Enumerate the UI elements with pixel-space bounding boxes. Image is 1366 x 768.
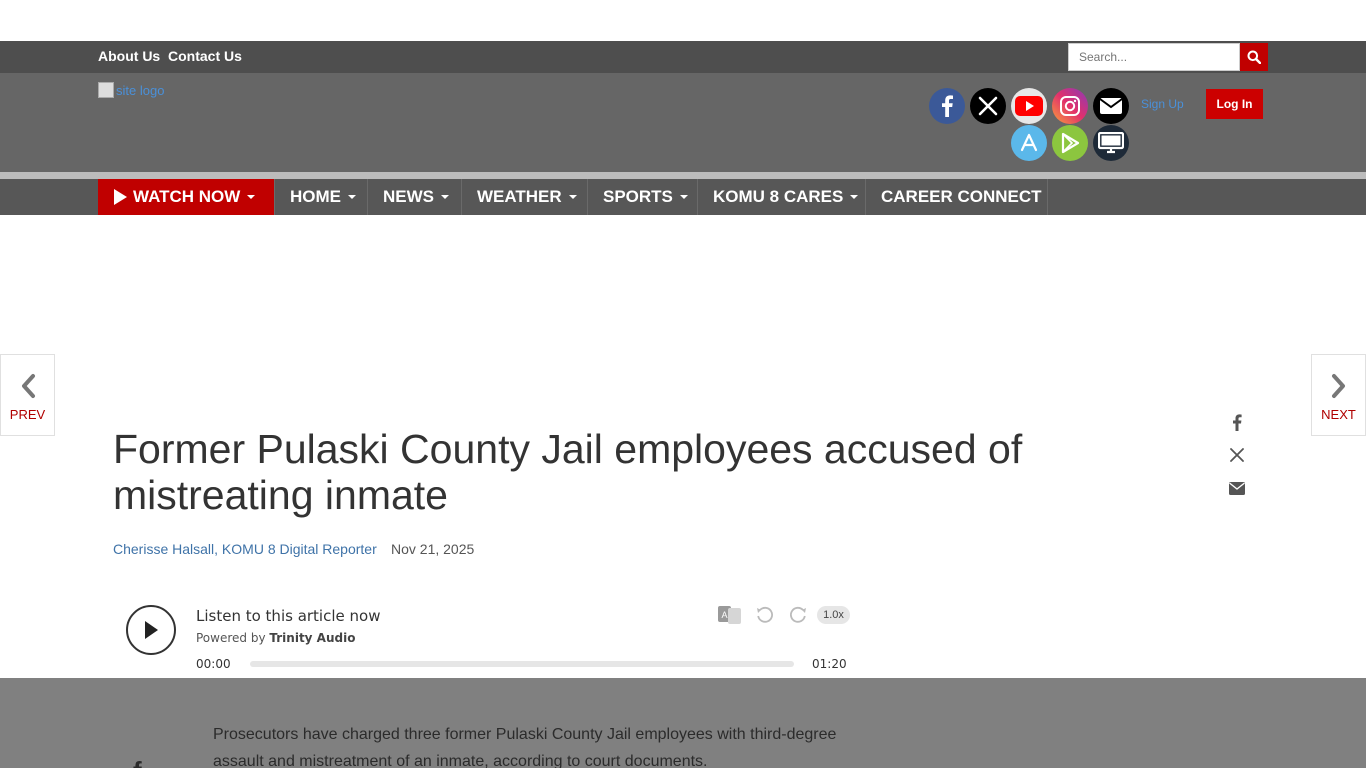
app-store-link[interactable] [1011,125,1047,161]
site-logo-alt-text: site logo [116,82,165,98]
email-icon [1229,481,1245,495]
page: About Us Contact Us site logo [0,0,1366,768]
translate-button[interactable]: A [718,605,742,625]
nav-watch-now-label: WATCH NOW [133,187,241,206]
translate-icon: A [718,606,741,624]
x-link[interactable] [970,88,1006,124]
nav-news[interactable]: NEWS [368,179,462,215]
x-icon [978,96,998,116]
next-label: NEXT [1321,407,1356,422]
nav-weather[interactable]: WEATHER [462,179,588,215]
rewind-10-icon [757,606,773,623]
prev-article-button[interactable]: PREV [0,354,55,436]
article-body-paragraph: Prosecutors have charged three former Pu… [213,726,837,768]
contact-us-link[interactable]: Contact Us [168,48,242,64]
tv-icon [1098,132,1124,154]
search-input[interactable] [1068,43,1240,71]
watch-tv-link[interactable] [1093,125,1129,161]
forward-button[interactable] [788,605,808,625]
chevron-right-icon [1331,374,1345,398]
article-headline: Former Pulaski County Jail employees acc… [113,426,1023,518]
chevron-down-icon [679,195,688,199]
chevron-down-icon [247,195,256,199]
app-store-icon [1020,133,1038,152]
chevron-down-icon [441,195,449,199]
article-author-link[interactable]: Cherisse Halsall, KOMU 8 Digital Reporte… [113,541,377,557]
nav-career-connect[interactable]: CAREER CONNECT [866,179,1048,215]
audio-speed-button[interactable]: 1.0x [817,606,850,624]
play-icon [145,621,158,639]
audio-progress-bar[interactable] [250,661,794,667]
audio-powered-brand: Trinity Audio [269,631,356,645]
about-us-link[interactable]: About Us [98,48,160,64]
audio-powered-by: Powered by Trinity Audio [196,631,355,645]
chevron-left-icon [21,374,35,398]
facebook-icon [1233,413,1242,431]
google-play-link[interactable] [1052,125,1088,161]
nav-weather-label: WEATHER [477,187,562,206]
youtube-icon [1015,96,1043,116]
facebook-link[interactable] [929,88,965,124]
next-article-button[interactable]: NEXT [1311,354,1366,436]
nav-news-label: NEWS [383,187,434,206]
forward-10-icon [790,606,806,623]
share-facebook-button[interactable] [1228,413,1246,431]
rewind-button[interactable] [755,605,775,625]
nav-home[interactable]: HOME [275,179,368,215]
audio-listen-label: Listen to this article now [196,607,381,625]
instagram-link[interactable] [1052,88,1088,124]
chevron-down-icon [568,195,577,199]
site-logo[interactable]: site logo [98,82,164,98]
nav-komu-8-cares-label: KOMU 8 CARES [713,187,844,206]
svg-text:A: A [721,610,727,620]
share-x-button[interactable] [1228,446,1246,464]
google-play-icon [1061,132,1080,154]
email-icon [1099,98,1123,114]
sign-up-link[interactable]: Sign Up [1141,97,1184,111]
search-icon [1247,50,1261,64]
main-nav: WATCH NOW HOME NEWS WEATHER SPORTS KOMU … [0,179,1366,215]
nav-komu-8-cares[interactable]: KOMU 8 CARES [698,179,866,215]
audio-total-time: 01:20 [812,657,847,671]
header-divider [0,172,1366,179]
nav-watch-now[interactable]: WATCH NOW [98,179,275,215]
share-email-button[interactable] [1228,479,1246,497]
nav-home-label: HOME [290,187,341,206]
log-in-button[interactable]: Log In [1206,89,1263,119]
article-date: Nov 21, 2025 [391,541,475,557]
nav-sports-label: SPORTS [603,187,673,206]
nav-sports[interactable]: SPORTS [588,179,698,215]
play-icon [114,189,127,205]
top-utility-bar: About Us Contact Us [0,41,1366,73]
nav-career-connect-label: CAREER CONNECT [881,187,1042,206]
chevron-down-icon [850,195,859,199]
audio-play-button[interactable] [126,605,176,655]
instagram-icon [1060,96,1080,116]
facebook-icon [942,95,953,117]
email-link[interactable] [1093,88,1129,124]
audio-current-time: 00:00 [196,657,231,671]
facebook-icon: f [133,756,142,768]
site-header: site logo Sign Up Log In [0,73,1366,172]
search-button[interactable] [1240,43,1268,71]
prev-label: PREV [9,407,46,422]
audio-powered-prefix: Powered by [196,631,266,645]
x-icon [1230,448,1244,462]
broken-image-icon [98,82,114,98]
modal-overlay: f Prosecutors have charged three former … [0,678,1366,768]
chevron-down-icon [348,195,356,199]
youtube-link[interactable] [1011,88,1047,124]
